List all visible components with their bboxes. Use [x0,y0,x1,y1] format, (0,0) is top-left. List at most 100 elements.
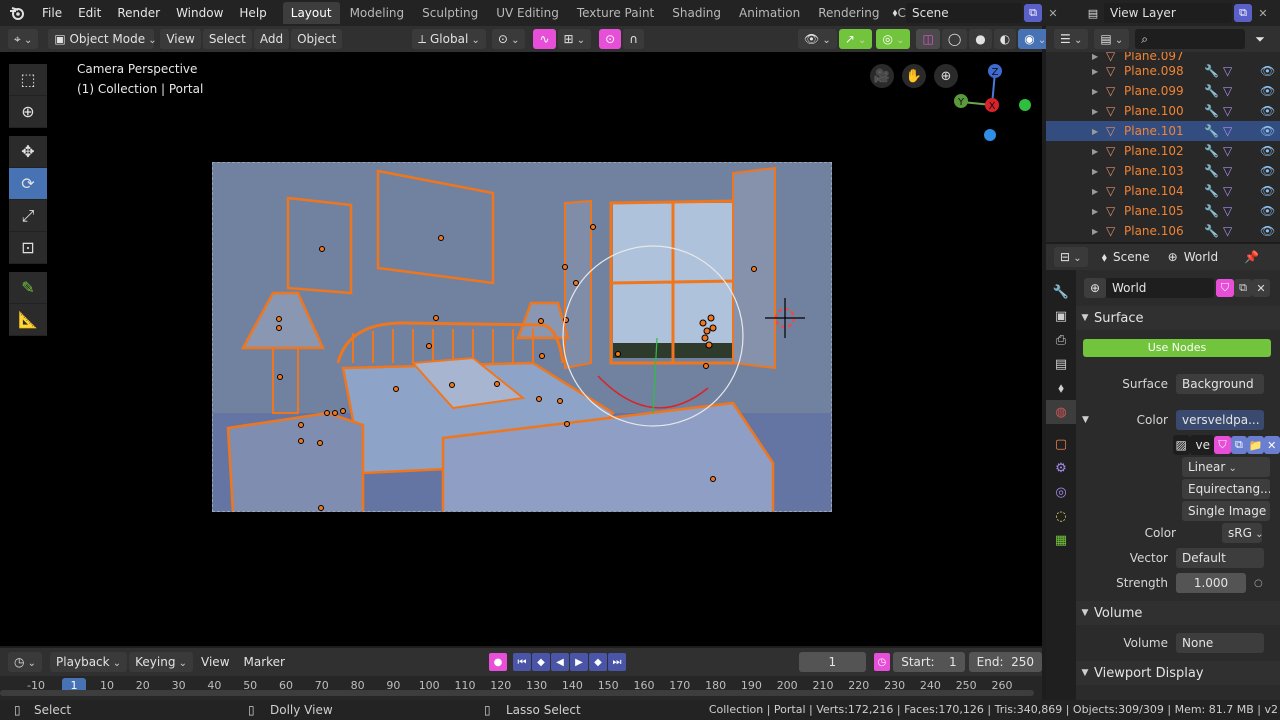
properties-editor-type-icon[interactable]: ⊟ [1054,247,1088,267]
rotate-tool-icon[interactable]: ⟳ [9,168,47,200]
tab-rendering[interactable]: Rendering [810,2,887,24]
snap-toggle-icon[interactable]: ∿ [533,29,556,49]
surface-section-header[interactable]: ▼ Surface [1076,306,1280,330]
world-name-field[interactable]: World [1106,278,1214,298]
annotate-tool-icon[interactable]: ✎ [9,272,47,304]
3d-viewport[interactable]: ⬚ ⊕ ✥ ⟳ ⤢ ⊡ ✎ 📐 Camera Perspective (1) C… [0,52,1042,646]
color-expand-icon[interactable]: ▼ [1082,415,1089,425]
list-item[interactable]: ▶ ▽ Plane.098 🔧▽ 👁 [1046,61,1280,81]
output-tab-icon[interactable]: ⎙ [1046,328,1076,352]
object-menu[interactable]: Object [291,29,343,49]
pin-icon[interactable]: 📌 [1244,250,1259,264]
gizmo-toggle-icon[interactable]: ↗ [838,29,873,49]
new-scene-icon[interactable]: ⧉ [1024,4,1042,22]
delete-scene-icon[interactable]: ✕ [1044,4,1062,22]
blender-logo-icon[interactable] [0,0,34,26]
world-breadcrumb[interactable]: World [1184,250,1218,264]
surface-shader-field[interactable]: Background [1176,374,1264,394]
expand-icon[interactable]: ▶ [1092,107,1106,116]
timeline-editor-type-icon[interactable]: ◷ [8,652,43,672]
list-item[interactable]: ▶ ▽ Plane.101 🔧▽ 👁 [1046,121,1280,141]
projection-dropdown[interactable]: Equirectang... [1182,479,1270,499]
transform-tool-icon[interactable]: ⊡ [9,232,47,264]
volume-field[interactable]: None [1176,633,1264,653]
visibility-eye-icon[interactable]: 👁 [1260,104,1276,118]
list-item[interactable]: ▶ ▽ Plane.100 🔧▽ 👁 [1046,101,1280,121]
gizmo-neg-z-handle[interactable] [984,129,996,141]
visibility-eye-icon[interactable]: 👁 [1260,144,1276,158]
start-frame-field[interactable]: Start: 1 [893,652,965,672]
keying-menu[interactable]: Keying [129,652,194,672]
list-item[interactable]: ▶ ▽ Plane.103 🔧▽ 👁 [1046,161,1280,181]
texture-tab-icon[interactable]: ▦ [1046,528,1076,552]
move-tool-icon[interactable]: ✥ [9,136,47,168]
object-tab-icon[interactable]: ▢ [1046,432,1076,456]
measure-tool-icon[interactable]: 📐 [9,304,47,336]
pivot-point-icon[interactable]: ⊙ [491,29,526,49]
expand-icon[interactable]: ▶ [1092,127,1106,136]
falloff-icon[interactable]: ∩ [623,29,645,49]
navigation-gizmo[interactable]: Z Y X [950,60,1034,144]
cursor-tool-icon[interactable]: ⊕ [9,96,47,128]
expand-icon[interactable]: ▶ [1092,187,1106,196]
list-item[interactable]: ▶ ▽ Plane.099 🔧▽ 👁 [1046,81,1280,101]
filter-icon[interactable]: ⏷ [1249,29,1271,49]
visibility-eye-icon[interactable]: 👁 [1260,64,1276,78]
jump-start-icon[interactable]: ⏮ [513,653,531,671]
expand-icon[interactable]: ▶ [1092,52,1106,61]
world-tab-icon[interactable]: ◍ [1046,400,1076,424]
timeline-view-menu[interactable]: View [195,652,235,672]
world-browse-icon[interactable]: ⊕ [1084,278,1106,298]
display-mode-icon[interactable]: ▤ [1094,29,1130,49]
physics-tab-icon[interactable]: ◎ [1046,480,1076,504]
menu-help[interactable]: Help [231,0,274,26]
expand-icon[interactable]: ▶ [1092,227,1106,236]
playback-menu[interactable]: Playback [50,652,128,672]
outliner-search-input[interactable]: ⌕ [1135,29,1246,49]
volume-section-header[interactable]: ▼ Volume [1076,601,1280,625]
expand-icon[interactable]: ▶ [1092,87,1106,96]
vector-field[interactable]: Default [1176,548,1264,568]
timeline-marker-menu[interactable]: Marker [238,652,291,672]
strength-field[interactable]: 1.000 [1176,573,1246,593]
tab-shading[interactable]: Shading [664,2,729,24]
camera-view-icon[interactable]: 🎥 [870,64,894,88]
outliner-editor-type-icon[interactable]: ☰ [1054,29,1089,49]
visibility-eye-icon[interactable]: 👁 [1260,204,1276,218]
list-item[interactable]: ▶ ▽ Plane.105 🔧▽ 👁 [1046,201,1280,221]
visibility-eye-icon[interactable]: 👁 [1260,184,1276,198]
use-nodes-button[interactable]: Use Nodes [1083,339,1271,357]
select-menu[interactable]: Select [202,29,252,49]
tab-texture-paint[interactable]: Texture Paint [569,2,662,24]
expand-icon[interactable]: ▶ [1092,167,1106,176]
visibility-eye-icon[interactable]: 👁 [1260,164,1276,178]
view-layer-icon[interactable]: ▤ [1084,4,1102,22]
tab-uv-editing[interactable]: UV Editing [488,2,567,24]
overlay-toggle-icon[interactable]: ◎ [876,29,911,49]
current-frame-field[interactable]: 1 [799,652,866,672]
delete-view-layer-icon[interactable]: ✕ [1254,4,1272,22]
menu-edit[interactable]: Edit [70,0,109,26]
unlink-world-icon[interactable]: ✕ [1252,279,1270,297]
scene-icon[interactable]: ⬧ [886,4,904,22]
menu-render[interactable]: Render [109,0,168,26]
tab-animation[interactable]: Animation [731,2,808,24]
preview-range-icon[interactable]: ◷ [873,653,891,671]
select-box-tool-icon[interactable]: ⬚ [9,64,47,96]
object-data-tab-icon[interactable]: ◌ [1046,504,1076,528]
scene-tab-icon[interactable]: ⬧ [1046,376,1076,400]
pan-view-icon[interactable]: ✋ [902,64,926,88]
prev-keyframe-icon[interactable]: ◆ [532,653,550,671]
render-tab-icon[interactable]: ▣ [1046,304,1076,328]
fake-user-icon[interactable]: ⛉ [1216,279,1234,297]
new-world-icon[interactable]: ⧉ [1234,279,1252,297]
color-input-field[interactable]: versveldpa... [1176,410,1264,430]
gizmo-neg-y-handle[interactable] [1019,99,1031,111]
new-view-layer-icon[interactable]: ⧉ [1234,4,1252,22]
visibility-eye-icon[interactable]: 👁 [1260,84,1276,98]
visibility-eye-icon[interactable]: 👁 [1260,124,1276,138]
image-name-field[interactable]: ve [1189,435,1215,455]
image-fake-user-icon[interactable]: ⛉ [1214,436,1231,454]
xray-toggle-icon[interactable]: ◫ [916,29,940,49]
view-layer-name-field[interactable]: View Layer [1104,3,1232,23]
